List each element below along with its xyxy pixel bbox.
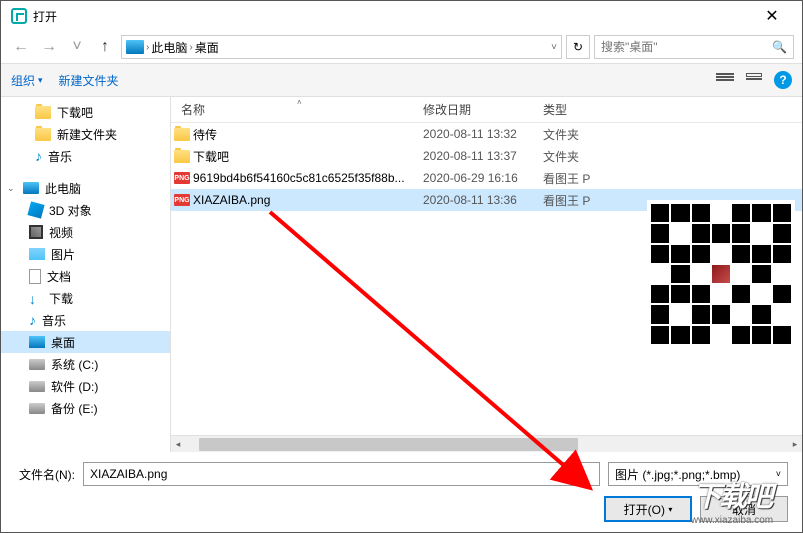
breadcrumb[interactable]: › 此电脑 › 桌面 ˅ — [121, 35, 562, 59]
column-headers: ˄名称 修改日期 类型 — [171, 97, 802, 123]
sidebar-item[interactable]: 文档 — [1, 265, 170, 287]
sidebar-item-label: 音乐 — [42, 312, 66, 329]
help-button[interactable]: ? — [774, 71, 792, 89]
sort-indicator-icon: ˄ — [297, 98, 302, 107]
sidebar-item-label: 音乐 — [48, 148, 72, 165]
watermark: 下载吧 www.xiazaiba.com — [667, 471, 797, 529]
sidebar-item[interactable]: 桌面 — [1, 331, 170, 353]
window-title: 打开 — [33, 8, 752, 25]
organize-button[interactable]: 组织▾ — [11, 72, 43, 89]
file-name: XIAZAIBA.png — [193, 193, 423, 207]
sidebar-item-label: 此电脑 — [45, 180, 81, 197]
sidebar-item-label: 图片 — [51, 246, 75, 263]
sidebar-item-label: 桌面 — [51, 334, 75, 351]
sidebar-item-label: 备份 (E:) — [51, 400, 98, 417]
file-name: 下载吧 — [193, 148, 423, 165]
file-type: 看图王 P — [543, 170, 613, 187]
sidebar-item[interactable]: 备份 (E:) — [1, 397, 170, 419]
filename-label: 文件名(N): — [15, 466, 75, 483]
nav-bar: ← → ˅ ↑ › 此电脑 › 桌面 ˅ ↻ 🔍 — [1, 31, 802, 63]
column-date[interactable]: 修改日期 — [423, 101, 543, 118]
search-icon[interactable]: 🔍 — [772, 40, 787, 54]
watermark-logo: 下载吧 — [693, 475, 771, 515]
chevron-right-icon: › — [189, 42, 192, 53]
sidebar-item[interactable]: 下载吧 — [1, 101, 170, 123]
file-row[interactable]: PNG 9619bd4b6f54160c5c81c6525f35f88b... … — [171, 167, 802, 189]
file-type: 文件夹 — [543, 126, 613, 143]
sidebar-item[interactable]: ♪音乐 — [1, 145, 170, 167]
search-input[interactable] — [601, 40, 772, 54]
file-row[interactable]: 待传 2020-08-11 13:32 文件夹 — [171, 123, 802, 145]
filename-input[interactable] — [83, 462, 600, 486]
sidebar-item-label: 视频 — [49, 224, 73, 241]
up-folder-button[interactable]: ↑ — [93, 35, 117, 59]
pc-icon — [126, 40, 144, 54]
folder-icon — [171, 150, 193, 163]
sidebar: 下载吧新建文件夹 ♪音乐 ⌄此电脑 3D 对象视频图片文档下载 ♪音乐桌面系统 (C:)… — [1, 97, 171, 452]
chevron-down-icon[interactable]: ˅ — [551, 42, 557, 53]
sidebar-item[interactable]: 软件 (D:) — [1, 375, 170, 397]
sidebar-item[interactable]: 下载 — [1, 287, 170, 309]
file-date: 2020-08-11 13:32 — [423, 127, 543, 141]
sidebar-item[interactable]: 图片 — [1, 243, 170, 265]
sidebar-item[interactable]: 视频 — [1, 221, 170, 243]
sidebar-item-label: 新建文件夹 — [57, 126, 117, 143]
view-mode-button[interactable] — [716, 73, 734, 87]
file-date: 2020-06-29 16:16 — [423, 171, 543, 185]
file-date: 2020-08-11 13:36 — [423, 193, 543, 207]
file-row[interactable]: 下载吧 2020-08-11 13:37 文件夹 — [171, 145, 802, 167]
breadcrumb-current[interactable]: 桌面 — [195, 39, 219, 56]
up-button[interactable]: ˅ — [65, 35, 89, 59]
file-type: 文件夹 — [543, 148, 613, 165]
refresh-button[interactable]: ↻ — [566, 35, 590, 59]
back-button[interactable]: ← — [9, 35, 33, 59]
sidebar-item-label: 3D 对象 — [49, 202, 92, 219]
png-icon: PNG — [171, 172, 193, 184]
sidebar-item-label: 系统 (C:) — [51, 356, 98, 373]
sidebar-item-label: 下载吧 — [57, 104, 93, 121]
preview-button[interactable] — [746, 73, 762, 87]
file-name: 待传 — [193, 126, 423, 143]
sidebar-item-label: 下载 — [49, 290, 73, 307]
sidebar-item-label: 软件 (D:) — [51, 378, 98, 395]
sidebar-item[interactable]: 新建文件夹 — [1, 123, 170, 145]
app-icon — [11, 8, 27, 24]
file-date: 2020-08-11 13:37 — [423, 149, 543, 163]
chevron-right-icon: › — [146, 42, 149, 53]
close-button[interactable]: ✕ — [752, 6, 792, 26]
scroll-left-icon[interactable]: ◂ — [171, 439, 185, 450]
qrcode-image — [647, 200, 795, 348]
watermark-url: www.xiazaiba.com — [691, 515, 773, 526]
sidebar-item[interactable]: 系统 (C:) — [1, 353, 170, 375]
column-type[interactable]: 类型 — [543, 101, 613, 118]
column-name[interactable]: ˄名称 — [171, 101, 423, 118]
png-icon: PNG — [171, 194, 193, 206]
sidebar-item[interactable]: ♪音乐 — [1, 309, 170, 331]
horizontal-scrollbar[interactable]: ◂ ▸ — [171, 435, 802, 452]
file-name: 9619bd4b6f54160c5c81c6525f35f88b... — [193, 171, 423, 185]
breadcrumb-root[interactable]: 此电脑 — [151, 39, 187, 56]
sidebar-item[interactable]: 3D 对象 — [1, 199, 170, 221]
forward-button[interactable]: → — [37, 35, 61, 59]
sidebar-pc[interactable]: ⌄此电脑 — [1, 177, 170, 199]
newfolder-button[interactable]: 新建文件夹 — [59, 72, 119, 89]
scroll-right-icon[interactable]: ▸ — [788, 439, 802, 450]
search-box[interactable]: 🔍 — [594, 35, 794, 59]
folder-icon — [171, 128, 193, 141]
sidebar-item-label: 文档 — [47, 268, 71, 285]
toolbar: 组织▾ 新建文件夹 ? — [1, 63, 802, 97]
file-type: 看图王 P — [543, 192, 613, 209]
scroll-thumb[interactable] — [199, 438, 578, 451]
titlebar: 打开 ✕ — [1, 1, 802, 31]
